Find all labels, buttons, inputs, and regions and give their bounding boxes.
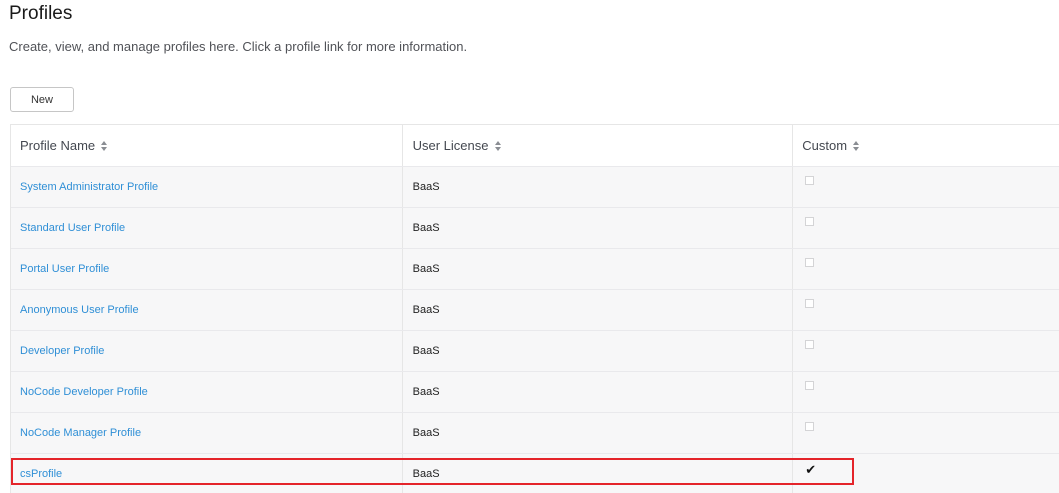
custom-checkbox bbox=[805, 175, 815, 185]
column-header-custom[interactable]: Custom bbox=[793, 125, 1059, 166]
page-description: Create, view, and manage profiles here. … bbox=[9, 39, 468, 54]
profile-name-link[interactable]: csProfile bbox=[20, 468, 62, 480]
user-license-value: BaaS bbox=[412, 345, 440, 357]
column-header-user-license[interactable]: User License bbox=[403, 125, 794, 166]
table-row: Anonymous User Profile BaaS bbox=[11, 289, 1059, 330]
profiles-table: Profile Name User License Custom System … bbox=[10, 124, 1059, 493]
sort-icon[interactable] bbox=[100, 140, 108, 152]
profile-name-link[interactable]: Standard User Profile bbox=[20, 222, 125, 234]
custom-checkbox bbox=[805, 421, 815, 431]
user-license-value: BaaS bbox=[412, 427, 440, 439]
table-header-row: Profile Name User License Custom bbox=[11, 125, 1059, 166]
user-license-value: BaaS bbox=[412, 222, 440, 234]
column-header-label: Custom bbox=[802, 138, 848, 153]
user-license-value: BaaS bbox=[412, 263, 440, 275]
table-row: NoCode Developer Profile BaaS bbox=[11, 371, 1059, 412]
profile-name-link[interactable]: System Administrator Profile bbox=[20, 181, 158, 193]
checkmark-icon: ✔ bbox=[805, 461, 817, 477]
user-license-value: BaaS bbox=[412, 468, 440, 480]
custom-checkbox bbox=[805, 380, 815, 390]
table-row: Portal User Profile BaaS bbox=[11, 248, 1059, 289]
column-header-label: User License bbox=[412, 138, 489, 153]
column-header-label: Profile Name bbox=[20, 138, 96, 153]
profile-name-link[interactable]: NoCode Developer Profile bbox=[20, 386, 148, 398]
user-license-value: BaaS bbox=[412, 181, 440, 193]
user-license-value: BaaS bbox=[412, 304, 440, 316]
table-row: Standard User Profile BaaS bbox=[11, 207, 1059, 248]
profile-name-link[interactable]: Anonymous User Profile bbox=[20, 304, 139, 316]
user-license-value: BaaS bbox=[412, 386, 440, 398]
table-row: System Administrator Profile BaaS bbox=[11, 166, 1059, 207]
sort-icon[interactable] bbox=[494, 140, 502, 152]
new-profile-button[interactable]: New bbox=[10, 87, 74, 112]
column-header-profile-name[interactable]: Profile Name bbox=[11, 125, 403, 166]
custom-checkbox bbox=[805, 216, 815, 226]
custom-checkbox bbox=[805, 257, 815, 267]
profile-name-link[interactable]: NoCode Manager Profile bbox=[20, 427, 141, 439]
table-row: NoCode Manager Profile BaaS bbox=[11, 412, 1059, 453]
profile-name-link[interactable]: Developer Profile bbox=[20, 345, 104, 357]
custom-checkbox bbox=[805, 298, 815, 308]
profile-name-link[interactable]: Portal User Profile bbox=[20, 263, 109, 275]
table-row: Developer Profile BaaS bbox=[11, 330, 1059, 371]
page-title: Profiles bbox=[9, 3, 73, 24]
sort-icon[interactable] bbox=[852, 140, 860, 152]
table-row: csProfile BaaS ✔ bbox=[11, 453, 1059, 493]
profiles-page: Profiles Create, view, and manage profil… bbox=[0, 0, 1059, 493]
custom-checkbox bbox=[805, 339, 815, 349]
